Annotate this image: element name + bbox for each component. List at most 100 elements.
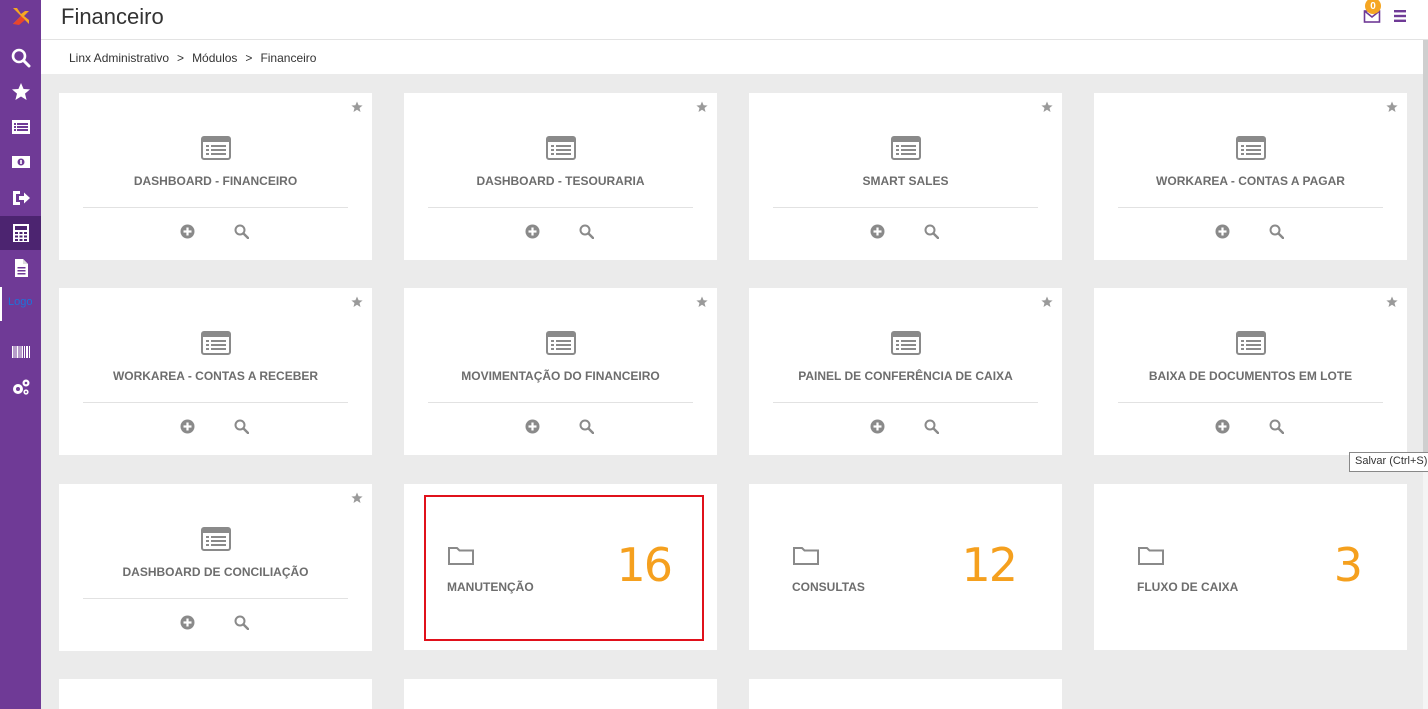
module-card-partial[interactable]	[59, 679, 372, 709]
favorite-star-icon[interactable]	[351, 296, 363, 308]
list-icon	[11, 120, 30, 134]
add-circle-icon[interactable]	[180, 615, 195, 630]
add-circle-icon[interactable]	[870, 419, 885, 434]
favorite-star-icon[interactable]	[696, 101, 708, 113]
module-card-label[interactable]: WORKAREA - CONTAS A RECEBER	[69, 369, 362, 383]
module-card-label[interactable]: MOVIMENTAÇÃO DO FINANCEIRO	[414, 369, 707, 383]
folder-item-count: 3	[1333, 538, 1363, 592]
card-divider	[773, 402, 1038, 403]
screen-list-icon	[1236, 331, 1266, 355]
gears-icon	[12, 379, 29, 395]
module-card-dashboard-de-conciliacao[interactable]: DASHBOARD DE CONCILIAÇÃO	[59, 484, 372, 651]
search-icon	[11, 48, 30, 68]
screen-list-icon	[546, 136, 576, 160]
screen-list-icon	[891, 331, 921, 355]
favorite-star-icon[interactable]	[1386, 296, 1398, 308]
barcode-icon	[11, 346, 30, 358]
screen-list-icon	[201, 527, 231, 551]
sidebar-list[interactable]	[0, 110, 41, 144]
add-circle-icon[interactable]	[525, 419, 540, 434]
folder-icon	[1138, 547, 1164, 565]
module-card-dashboard-tesouraria[interactable]: DASHBOARD - TESOURARIA	[404, 93, 717, 260]
add-circle-icon[interactable]	[180, 419, 195, 434]
screen-list-icon	[201, 331, 231, 355]
hamburger-menu-icon[interactable]	[1393, 9, 1407, 23]
module-card-partial[interactable]	[749, 679, 1062, 709]
favorite-star-icon[interactable]	[351, 492, 363, 504]
module-card-label[interactable]: BAIXA DE DOCUMENTOS EM LOTE	[1104, 369, 1397, 383]
add-circle-icon[interactable]	[180, 224, 195, 239]
search-icon[interactable]	[234, 224, 249, 239]
module-card-workarea-contas-a-receber[interactable]: WORKAREA - CONTAS A RECEBER	[59, 288, 372, 455]
sidebar-financeiro[interactable]	[0, 216, 41, 250]
folder-card-label: FLUXO DE CAIXA	[1137, 580, 1239, 594]
screen-list-icon	[201, 136, 231, 160]
breadcrumb-item[interactable]: Módulos	[192, 51, 237, 65]
card-divider	[83, 207, 348, 208]
add-circle-icon[interactable]	[1215, 419, 1230, 434]
sidebar-settings[interactable]	[0, 370, 41, 404]
add-circle-icon[interactable]	[870, 224, 885, 239]
module-card-smart-sales[interactable]: SMART SALES	[749, 93, 1062, 260]
sidebar-hover-tooltip: Logo	[8, 296, 33, 308]
search-icon[interactable]	[579, 224, 594, 239]
module-card-label[interactable]: DASHBOARD - TESOURARIA	[414, 174, 707, 188]
sidebar-documents[interactable]	[0, 251, 41, 285]
screen-list-icon	[891, 136, 921, 160]
card-divider	[83, 402, 348, 403]
sidebar-exit[interactable]	[0, 181, 41, 215]
sidebar-search[interactable]	[0, 41, 41, 75]
page-title: Financeiro	[61, 4, 164, 29]
module-card-label[interactable]: DASHBOARD - FINANCEIRO	[69, 174, 362, 188]
folder-icon	[793, 547, 819, 565]
module-card-dashboard-financeiro[interactable]: DASHBOARD - FINANCEIRO	[59, 93, 372, 260]
favorite-star-icon[interactable]	[1386, 101, 1398, 113]
search-icon[interactable]	[1269, 419, 1284, 434]
favorite-star-icon[interactable]	[1041, 296, 1053, 308]
module-card-movimentacao-do-financeiro[interactable]: MOVIMENTAÇÃO DO FINANCEIRO	[404, 288, 717, 455]
folder-card-fluxo-de-caixa[interactable]: FLUXO DE CAIXA 3	[1094, 484, 1407, 650]
search-icon[interactable]	[579, 419, 594, 434]
money-icon	[11, 156, 30, 168]
module-card-label[interactable]: WORKAREA - CONTAS A PAGAR	[1104, 174, 1397, 188]
module-card-workarea-contas-a-pagar[interactable]: WORKAREA - CONTAS A PAGAR	[1094, 93, 1407, 260]
screen-list-icon	[546, 331, 576, 355]
card-divider	[428, 402, 693, 403]
selection-highlight-box	[424, 495, 704, 641]
star-icon	[11, 83, 30, 100]
breadcrumb-item[interactable]: Linx Administrativo	[69, 51, 169, 65]
sidebar-favorites[interactable]	[0, 75, 41, 109]
favorite-star-icon[interactable]	[1041, 101, 1053, 113]
add-circle-icon[interactable]	[525, 224, 540, 239]
linx-logo-icon[interactable]	[10, 5, 32, 27]
add-circle-icon[interactable]	[1215, 224, 1230, 239]
card-divider	[1118, 402, 1383, 403]
search-icon[interactable]	[924, 419, 939, 434]
sidebar-money[interactable]	[0, 145, 41, 179]
module-card-label[interactable]: PAINEL DE CONFERÊNCIA DE CAIXA	[759, 369, 1052, 383]
search-icon[interactable]	[234, 419, 249, 434]
top-bar: Financeiro 0	[41, 0, 1428, 40]
folder-card-consultas[interactable]: CONSULTAS 12	[749, 484, 1062, 650]
search-icon[interactable]	[234, 615, 249, 630]
scrollbar-thumb[interactable]	[1423, 40, 1428, 460]
sign-out-icon	[12, 191, 30, 205]
folder-item-count: 12	[961, 538, 1018, 592]
card-divider	[83, 598, 348, 599]
module-card-label[interactable]: SMART SALES	[759, 174, 1052, 188]
card-divider	[1118, 207, 1383, 208]
module-card-baixa-de-documentos-em-lote[interactable]: BAIXA DE DOCUMENTOS EM LOTE	[1094, 288, 1407, 455]
sidebar-barcode[interactable]	[0, 335, 41, 369]
search-icon[interactable]	[1269, 224, 1284, 239]
search-icon[interactable]	[924, 224, 939, 239]
breadcrumb-item: Financeiro	[260, 51, 317, 65]
module-card-partial[interactable]	[404, 679, 717, 709]
sidebar: Logo	[0, 0, 41, 709]
module-card-label[interactable]: DASHBOARD DE CONCILIAÇÃO	[69, 565, 362, 579]
favorite-star-icon[interactable]	[696, 296, 708, 308]
favorite-star-icon[interactable]	[351, 101, 363, 113]
document-icon	[14, 259, 28, 277]
module-card-painel-de-conferencia-de-caixa[interactable]: PAINEL DE CONFERÊNCIA DE CAIXA	[749, 288, 1062, 455]
screen-list-icon	[1236, 136, 1266, 160]
card-divider	[428, 207, 693, 208]
